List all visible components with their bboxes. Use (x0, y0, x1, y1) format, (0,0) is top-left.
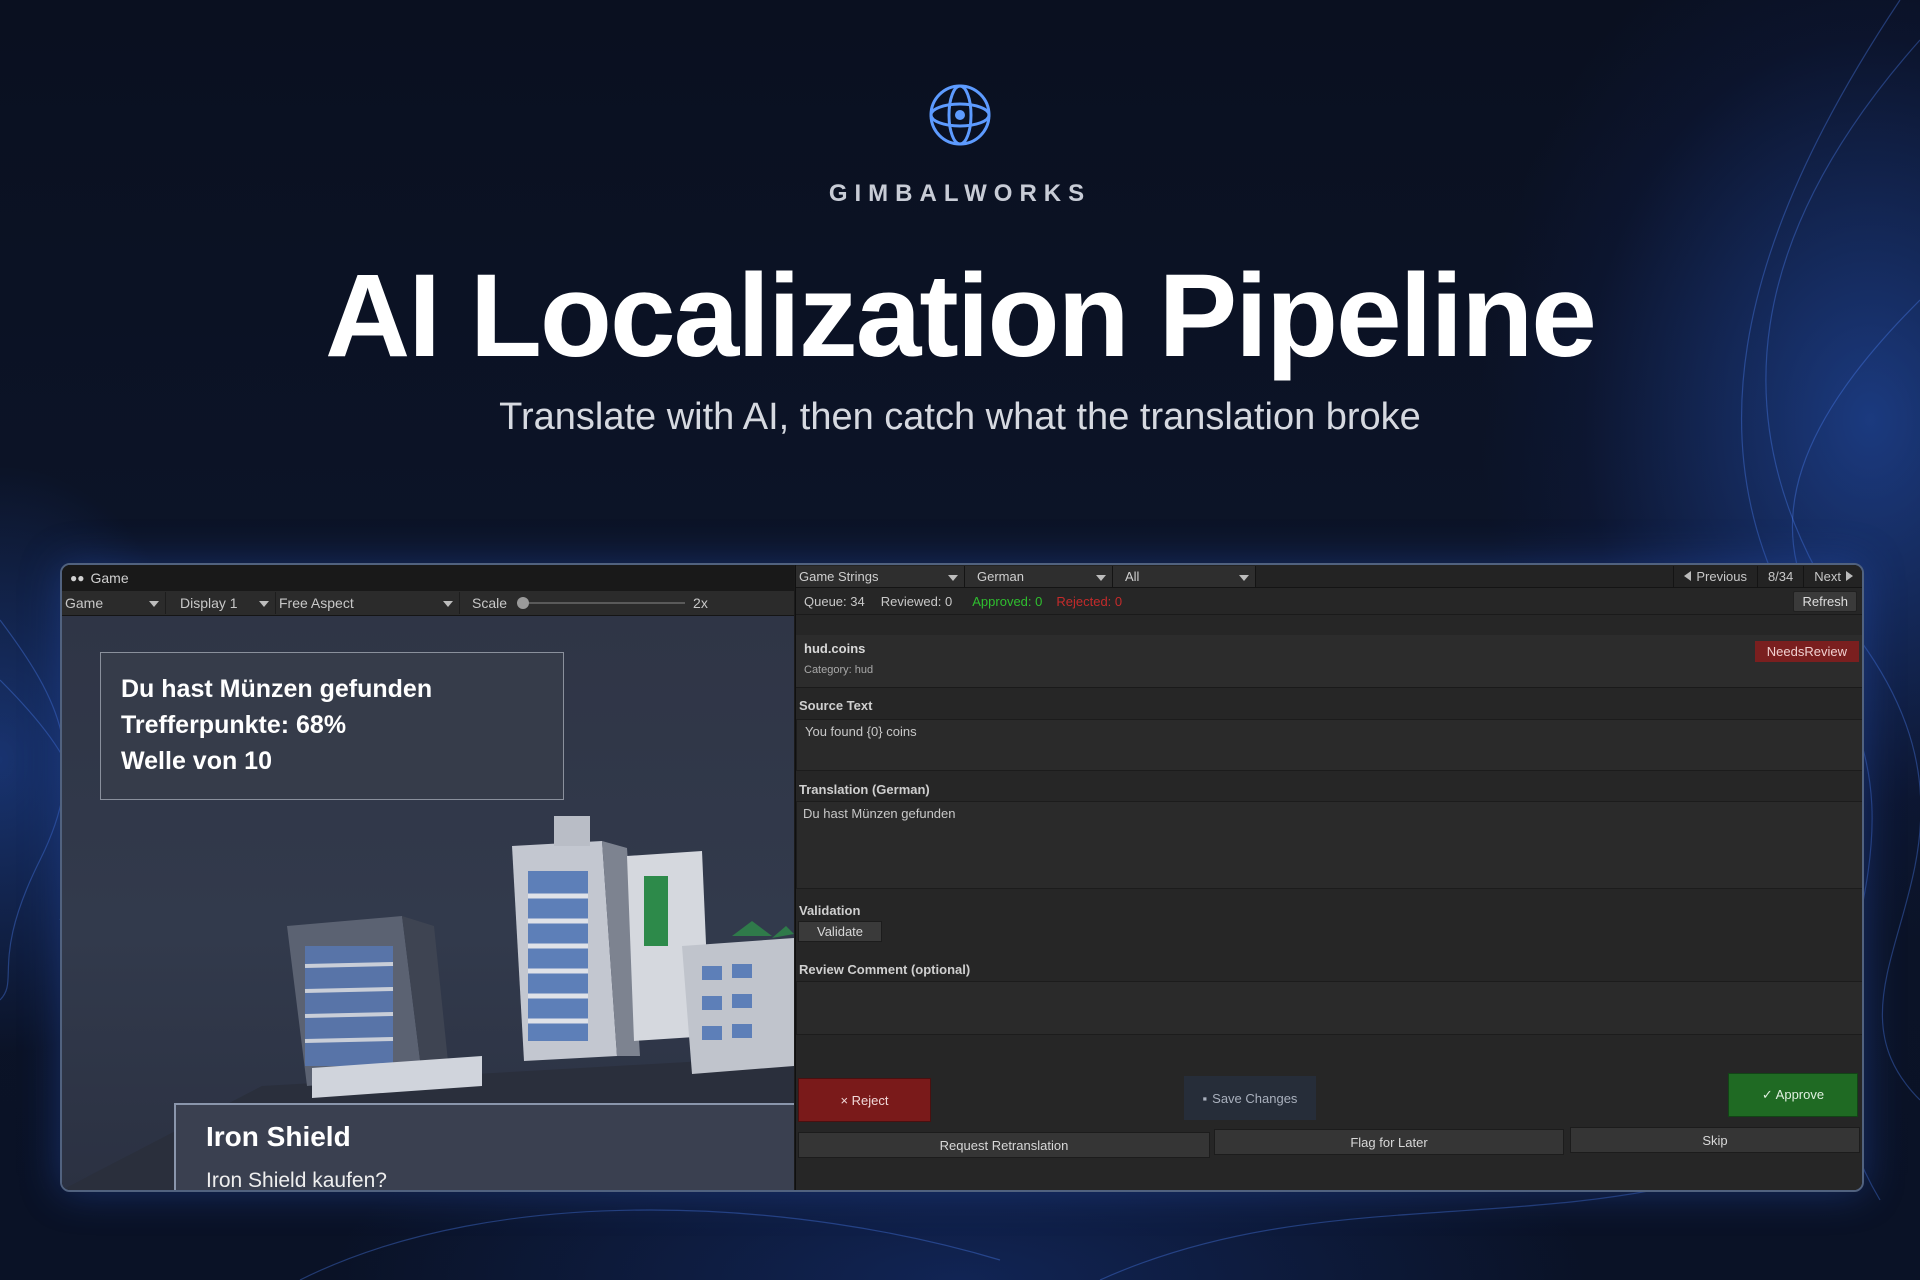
reviewed-count: Reviewed: 0 (880, 593, 953, 609)
comment-section: Review Comment (optional) (796, 962, 1862, 1035)
game-viewport[interactable]: Du hast Münzen gefunden Trefferpunkte: 6… (62, 616, 794, 1190)
request-retranslation-button[interactable]: Request Retranslation (798, 1132, 1210, 1158)
arrow-right-icon (1846, 571, 1853, 581)
queue-count: Queue: 34 (804, 593, 865, 609)
display-label: Display 1 (180, 595, 238, 611)
next-button[interactable]: Next (1803, 565, 1862, 587)
chevron-down-icon (948, 574, 958, 581)
game-toolbar: Game Display 1 Free Aspect Scale 2x (62, 591, 794, 616)
chevron-down-icon (149, 601, 159, 607)
refresh-button[interactable]: Refresh (1793, 590, 1857, 612)
validation-label: Validation (799, 903, 861, 918)
validation-section: Validation Validate (796, 903, 1862, 942)
queue-stats: Queue: 34 Reviewed: 0 Approved: 0 Reject… (796, 588, 1862, 615)
save-changes-button[interactable]: ▪ Save Changes (1184, 1076, 1316, 1120)
review-toolbar: Game Strings German All Previous 8/34 Ne… (796, 565, 1862, 588)
game-mode-dropdown[interactable]: Game (62, 592, 166, 614)
aspect-dropdown[interactable]: Free Aspect (276, 592, 460, 614)
entry-navigation: Previous 8/34 Next (1673, 565, 1862, 587)
entry-position: 8/34 (1756, 565, 1803, 587)
shop-prompt: Iron Shield kaufen? (206, 1169, 387, 1190)
gimbal-logo-icon (929, 84, 991, 146)
game-tab-label: Game (90, 570, 129, 586)
hero-subtitle: Translate with AI, then catch what the t… (499, 396, 1421, 438)
save-icon: ▪ (1202, 1090, 1208, 1106)
approve-button[interactable]: ✓ Approve (1728, 1073, 1858, 1117)
translation-label: Translation (German) (799, 782, 930, 797)
scale-slider[interactable] (517, 597, 686, 609)
translation-section: Translation (German) Du hast Münzen gefu… (796, 782, 1862, 889)
translation-text-field[interactable]: Du hast Münzen gefunden (796, 801, 1862, 889)
hud-line: Du hast Münzen gefunden (121, 675, 433, 703)
chevron-down-icon (1096, 574, 1106, 581)
reject-button[interactable]: × Reject (798, 1078, 931, 1122)
display-dropdown[interactable]: Display 1 (166, 592, 276, 614)
scale-label: Scale (472, 595, 508, 611)
chevron-down-icon (1239, 574, 1249, 581)
validate-button[interactable]: Validate (798, 921, 883, 942)
scale-control: Scale 2x (460, 595, 708, 611)
editor-window: ●● Game Game Display 1 Free Aspect Scale (60, 563, 1864, 1192)
comment-label: Review Comment (optional) (799, 962, 971, 977)
chevron-down-icon (443, 601, 453, 607)
hero-title: AI Localization Pipeline (325, 250, 1597, 382)
game-view-pane: ●● Game Game Display 1 Free Aspect Scale (62, 565, 794, 1190)
entry-category: Category: hud (804, 664, 874, 676)
flag-for-later-button[interactable]: Flag for Later (1214, 1129, 1564, 1155)
hud-panel: Du hast Münzen gefunden Trefferpunkte: 6… (100, 652, 564, 800)
string-table-dropdown[interactable]: Game Strings (796, 565, 965, 587)
filter-label: All (1125, 568, 1140, 584)
hud-line: Trefferpunkte: 68% (121, 711, 347, 739)
source-section: Source Text You found {0} coins (796, 698, 1862, 771)
string-table-label: Game Strings (799, 568, 879, 584)
source-text-field: You found {0} coins (796, 719, 1862, 771)
skip-button[interactable]: Skip (1570, 1127, 1860, 1153)
language-label: German (977, 568, 1024, 584)
status-badge: NeedsReview (1754, 641, 1859, 662)
rejected-count: Rejected: 0 (1056, 593, 1123, 609)
language-dropdown[interactable]: German (965, 565, 1113, 587)
gamepad-icon: ●● (70, 571, 85, 585)
aspect-label: Free Aspect (279, 595, 354, 611)
next-label: Next (1814, 568, 1841, 584)
shop-dialog: Iron Shield Iron Shield kaufen? (174, 1103, 794, 1190)
previous-label: Previous (1696, 568, 1747, 584)
shop-item-title: Iron Shield (206, 1121, 351, 1152)
scale-slider-knob[interactable] (517, 597, 530, 609)
approved-count: Approved: 0 (972, 593, 1043, 609)
source-text-label: Source Text (799, 698, 873, 713)
brand-name: GIMBALWORKS (828, 180, 1092, 207)
save-changes-label: Save Changes (1212, 1090, 1298, 1106)
filter-dropdown[interactable]: All (1113, 565, 1256, 587)
scale-value: 2x (693, 595, 708, 611)
game-tab[interactable]: ●● Game (62, 565, 794, 591)
hud-line: Welle von 10 (121, 747, 272, 775)
previous-button[interactable]: Previous (1673, 565, 1757, 587)
arrow-left-icon (1684, 571, 1692, 581)
comment-field[interactable] (796, 981, 1862, 1035)
entry-key: hud.coins (804, 641, 866, 656)
game-mode-label: Game (65, 595, 104, 611)
chevron-down-icon (259, 601, 269, 607)
entry-header: hud.coins Category: hud NeedsReview (796, 635, 1862, 688)
localization-review-pane: Game Strings German All Previous 8/34 Ne… (795, 565, 1862, 1190)
